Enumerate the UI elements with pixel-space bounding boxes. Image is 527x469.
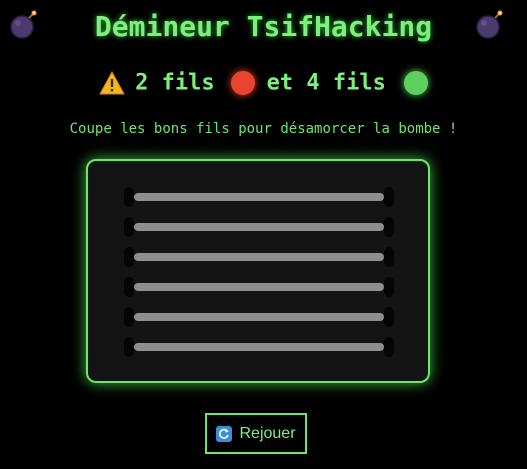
wire-terminal bbox=[124, 337, 134, 357]
wire[interactable] bbox=[124, 337, 394, 357]
green-wire-indicator bbox=[403, 71, 428, 95]
red-wire-indicator bbox=[230, 71, 255, 95]
wire-terminal bbox=[384, 187, 394, 207]
wire-cable[interactable] bbox=[134, 223, 384, 231]
wire-terminal bbox=[384, 247, 394, 267]
wire[interactable] bbox=[124, 187, 394, 207]
replay-label: Rejouer bbox=[239, 424, 296, 442]
wire-terminal bbox=[124, 307, 134, 327]
wire-terminal bbox=[384, 277, 394, 297]
green-count-text: et 4 fils bbox=[266, 70, 386, 96]
wire[interactable] bbox=[124, 307, 394, 327]
wire-terminal bbox=[384, 217, 394, 237]
wire-terminal bbox=[384, 337, 394, 357]
replay-button[interactable]: Rejouer bbox=[205, 413, 307, 454]
wire-cable[interactable] bbox=[134, 343, 384, 351]
instructions-text: Coupe les bons fils pour désamorcer la b… bbox=[69, 121, 458, 137]
wire-count-info: 2 fils et 4 fils bbox=[0, 70, 527, 104]
bomb-panel bbox=[86, 159, 430, 383]
wire-terminal bbox=[124, 187, 134, 207]
page-title: Démineur TsifHacking bbox=[94, 10, 433, 43]
refresh-icon bbox=[216, 425, 233, 442]
wire-terminal bbox=[124, 217, 134, 237]
wire-cable[interactable] bbox=[134, 253, 384, 261]
wire-cable[interactable] bbox=[134, 313, 384, 321]
bomb-icon bbox=[476, 10, 503, 39]
wire-cable[interactable] bbox=[134, 193, 384, 201]
wire-terminal bbox=[124, 247, 134, 267]
wire[interactable] bbox=[124, 277, 394, 297]
wire-terminal bbox=[124, 277, 134, 297]
header: Démineur TsifHacking bbox=[0, 0, 527, 52]
warning-icon bbox=[99, 71, 125, 95]
wire-terminal bbox=[384, 307, 394, 327]
wire-cable[interactable] bbox=[134, 283, 384, 291]
wire[interactable] bbox=[124, 217, 394, 237]
wire[interactable] bbox=[124, 247, 394, 267]
red-count-text: 2 fils bbox=[135, 70, 215, 96]
